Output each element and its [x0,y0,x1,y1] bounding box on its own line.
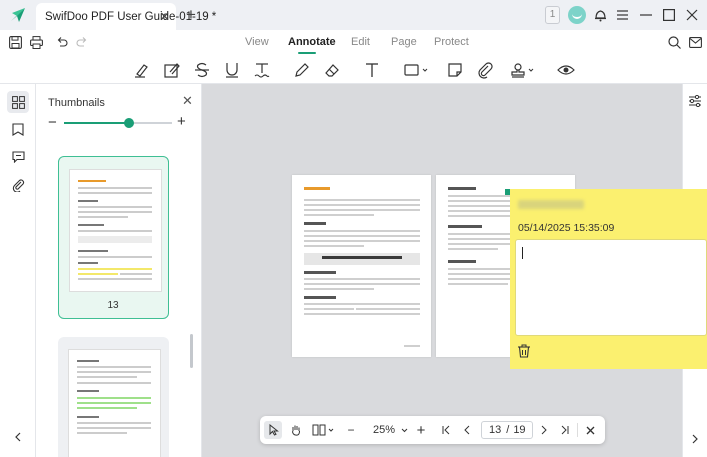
next-page-icon[interactable] [536,421,552,439]
text-tool-icon[interactable] [363,61,381,79]
mail-icon[interactable] [689,37,702,48]
user-avatar[interactable] [568,6,586,24]
last-page-icon[interactable] [557,421,573,439]
annotate-toolbar [0,56,707,84]
total-pages: 19 [513,424,526,436]
area-highlight-tool-icon[interactable] [163,61,181,79]
thumbnails-scrollbar[interactable] [190,334,193,368]
collapse-sidebar-button[interactable] [7,426,29,448]
trash-icon[interactable] [517,344,531,358]
shape-tool-icon[interactable] [403,61,431,79]
title-bar: SwifDoo PDF User Guide-01-19 * ✕ + 1 [0,0,707,30]
pencil-tool-icon[interactable] [293,61,311,79]
toolbar-divider [577,423,578,437]
page-layout-icon[interactable] [312,421,338,439]
thumbnail-zoom-out-icon[interactable]: − [48,114,57,131]
underline-tool-icon[interactable] [223,61,241,79]
thumbnails-icon [11,95,25,109]
redo-icon[interactable] [76,37,88,48]
notification-count-badge[interactable]: 1 [545,6,560,24]
zoom-level-value: 25% [373,424,396,436]
chevron-down-icon [401,428,408,432]
text-caret [522,247,523,259]
pdf-page-left[interactable] [292,175,431,357]
thumbnails-panel-button[interactable] [7,91,29,113]
undo-icon[interactable] [56,37,68,48]
thumbnails-panel: Thumbnails ✕ − + 13 [36,84,202,457]
bookmark-icon [12,122,24,136]
thumbnail-zoom-in-icon[interactable]: + [177,113,186,130]
new-tab-icon[interactable]: + [186,5,196,25]
note-date: 05/14/2025 15:35:09 [518,222,615,234]
first-page-icon[interactable] [438,421,454,439]
menu-icon[interactable] [616,9,629,21]
thumbnail-page-number: 13 [107,300,119,311]
hand-tool-icon[interactable] [287,421,305,439]
zoom-in-icon[interactable]: + [413,421,429,439]
comment-icon [11,151,25,163]
active-tab-indicator [298,52,316,54]
close-thumbnails-icon[interactable]: ✕ [182,93,193,109]
thumbnail-zoom-slider-fill [64,122,129,124]
save-icon[interactable] [9,36,22,49]
strikethrough-tool-icon[interactable] [193,61,211,79]
paperclip-icon [12,178,24,192]
note-text-input[interactable] [515,239,707,336]
print-icon[interactable] [30,36,43,49]
chevron-right-icon[interactable] [691,434,699,444]
maximize-icon[interactable] [663,9,675,21]
tab-protect[interactable]: Protect [434,36,469,48]
thumbnail-zoom-slider-handle[interactable] [123,118,134,128]
comments-panel-button[interactable] [7,146,29,168]
stamp-tool-icon[interactable] [509,61,537,79]
minimize-icon[interactable] [640,14,652,16]
sticky-note-popup: 05/14/2025 15:35:09 [510,189,707,369]
document-tab[interactable]: SwifDoo PDF User Guide-01-19 * ✕ [36,3,216,30]
attachment-tool-icon[interactable] [476,61,494,79]
page-separator: / [506,424,510,436]
tab-annotate[interactable]: Annotate [288,36,336,48]
settings-sliders-icon[interactable] [688,95,702,107]
current-page-input[interactable]: 13 [489,424,501,436]
menu-bar: View Annotate Edit Page Protect [0,30,707,56]
close-window-icon[interactable] [686,9,698,21]
search-icon[interactable] [668,36,681,49]
previous-page-icon[interactable] [459,421,475,439]
page-navigation-toolbar: − 25% + 13 / 19 [260,416,605,444]
thumbnails-title: Thumbnails [48,97,105,109]
note-author-redacted [518,200,584,209]
close-toolbar-icon[interactable] [582,421,598,439]
bell-icon[interactable] [594,8,607,22]
attachments-panel-button[interactable] [7,174,29,196]
thumbnail-page-selected[interactable]: 13 [58,156,169,319]
tab-view[interactable]: View [245,36,269,48]
highlight-tool-icon[interactable] [133,61,151,79]
sticky-note-tool-icon[interactable] [446,61,464,79]
thumbnail-zoom-slider[interactable] [64,118,172,128]
select-tool-icon[interactable] [264,421,282,439]
squiggly-tool-icon[interactable] [253,61,271,79]
close-tab-icon[interactable]: ✕ [159,9,170,25]
zoom-out-icon[interactable]: − [343,421,359,439]
eraser-tool-icon[interactable] [323,61,341,79]
chevron-left-icon [15,432,21,442]
left-sidebar-rail [0,84,36,457]
thumbnail-page-preview [69,169,162,292]
bookmarks-panel-button[interactable] [7,118,29,140]
thumbnail-page-preview [68,349,161,457]
app-logo-icon [11,8,25,22]
tab-page[interactable]: Page [391,36,417,48]
tab-edit[interactable]: Edit [351,36,370,48]
thumbnail-page[interactable] [58,337,169,457]
page-number-field[interactable]: 13 / 19 [481,421,533,439]
show-annotations-eye-icon[interactable] [557,61,575,79]
zoom-level-select[interactable]: 25% [368,421,410,439]
